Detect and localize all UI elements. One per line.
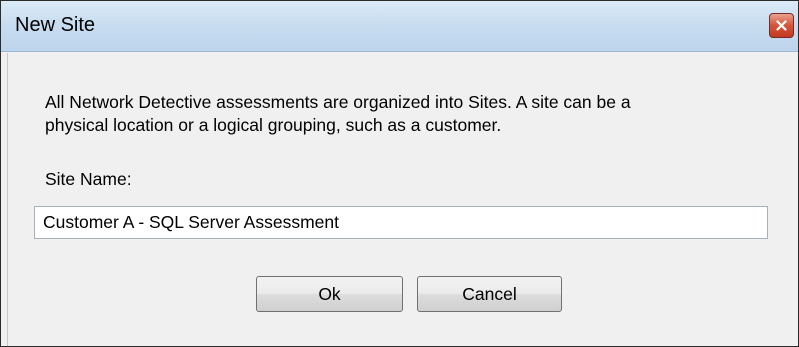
description-line-2: physical location or a logical grouping,… xyxy=(45,115,502,135)
close-icon xyxy=(776,20,787,31)
ok-button[interactable]: Ok xyxy=(256,276,403,312)
window-title: New Site xyxy=(15,14,96,36)
title-bar[interactable]: New Site xyxy=(1,1,798,52)
close-button[interactable] xyxy=(769,13,794,38)
site-name-label: Site Name: xyxy=(45,169,132,189)
description-text: All Network Detective assessments are or… xyxy=(45,91,775,137)
description-line-1: All Network Detective assessments are or… xyxy=(45,92,631,112)
site-name-input[interactable] xyxy=(34,206,768,239)
cancel-button[interactable]: Cancel xyxy=(417,276,562,312)
dialog-window: New Site All Network Detective assessmen… xyxy=(0,0,799,347)
